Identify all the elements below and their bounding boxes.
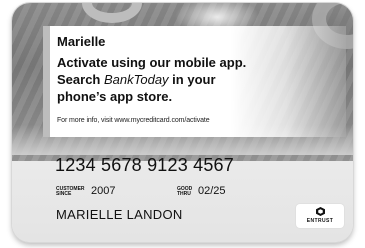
sticker-line-2-suffix: in your xyxy=(168,72,216,87)
sticker-app-name: BankToday xyxy=(103,72,169,87)
pool-float-left xyxy=(82,3,142,23)
customer-since-label-bottom: SINCE xyxy=(56,191,72,197)
customer-since-label: CUSTOMER SINCE xyxy=(56,187,85,197)
sticker-message: Activate using our mobile app. Search Ba… xyxy=(57,54,297,105)
entrust-logo-badge: ENTRUST xyxy=(296,204,344,228)
stage: Marielle Activate using our mobile app. … xyxy=(0,0,365,248)
entrust-logo-icon xyxy=(316,207,325,216)
sticker-accent-bar xyxy=(43,26,50,137)
good-thru-label: GOOD THRU xyxy=(177,187,192,197)
credit-card: Marielle Activate using our mobile app. … xyxy=(12,3,353,242)
card-number: 1234 5678 9123 4567 xyxy=(55,155,234,175)
customer-since-value: 2007 xyxy=(91,185,116,197)
sticker-line-1: Activate using our mobile app. xyxy=(57,55,247,70)
cardholder-name: MARIELLE LANDON xyxy=(56,207,183,222)
activation-sticker: Marielle Activate using our mobile app. … xyxy=(43,26,346,137)
sticker-line-2: Search BankToday in your xyxy=(57,71,297,88)
good-thru-value: 02/25 xyxy=(198,185,226,197)
sticker-name: Marielle xyxy=(57,34,106,49)
entrust-logo-text: ENTRUST xyxy=(306,218,334,224)
good-thru-label-bottom: THRU xyxy=(177,191,191,197)
sticker-line-2-prefix: Search xyxy=(57,72,104,87)
sticker-info-url: For more info, visit www.mycreditcard.co… xyxy=(57,117,210,124)
sticker-line-3: phone’s app store. xyxy=(57,89,173,104)
